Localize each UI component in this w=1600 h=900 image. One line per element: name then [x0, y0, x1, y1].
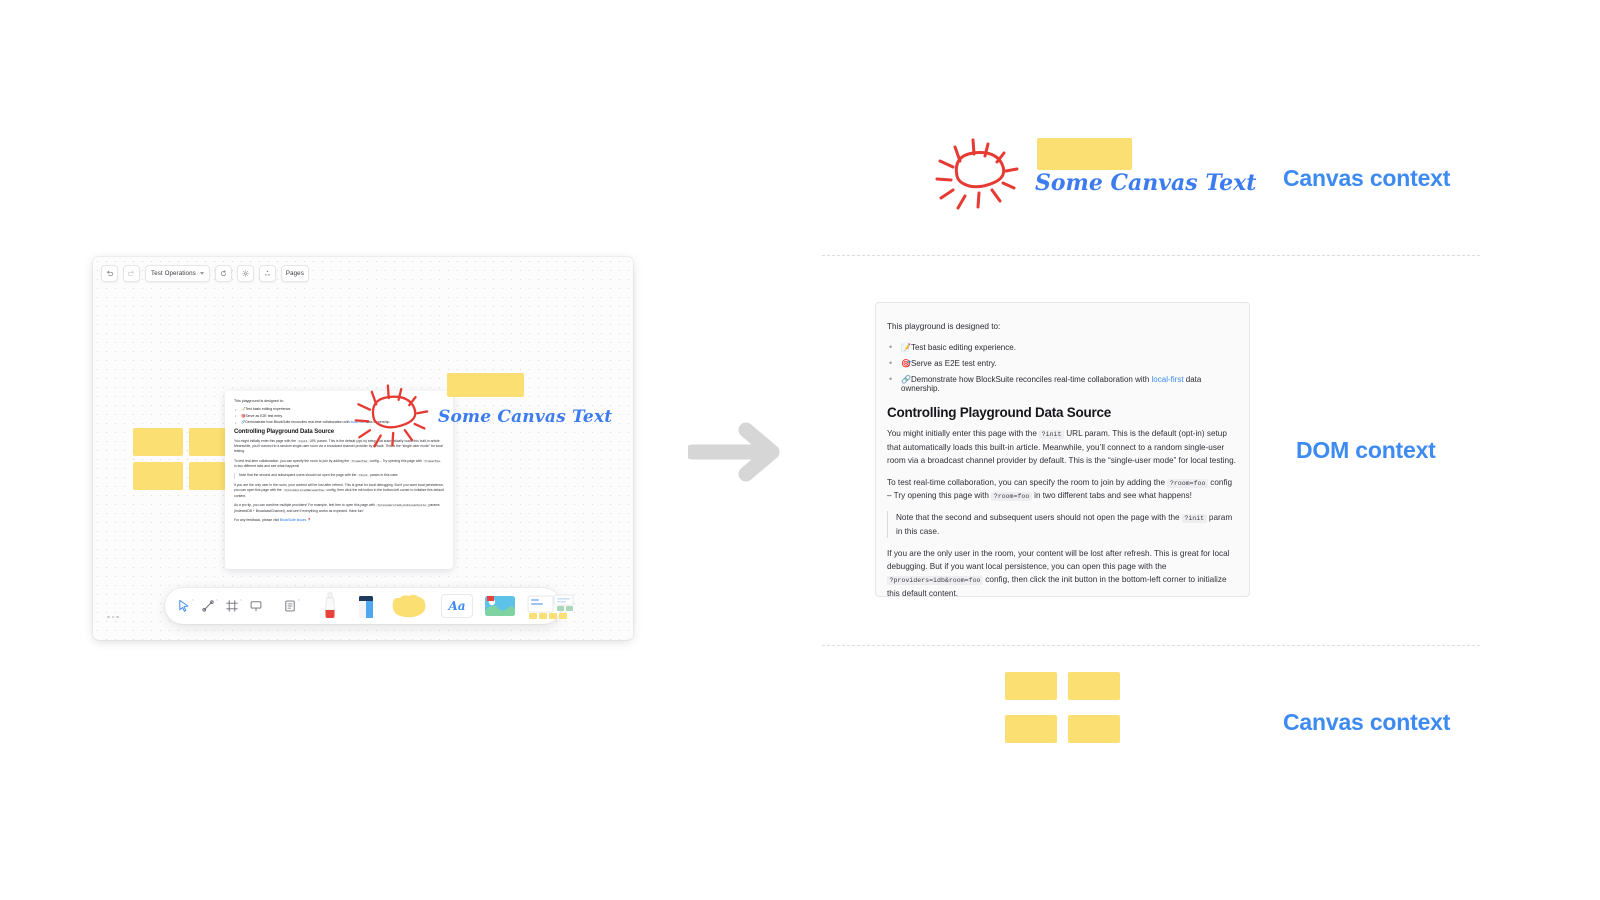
- canvas-status-dots: [107, 615, 119, 618]
- link-icon: 🔗: [901, 375, 911, 385]
- shape-tool-button[interactable]: [389, 593, 431, 619]
- canvas-context-top-group: Some Canvas Text: [925, 128, 1256, 218]
- canvas-note-block[interactable]: [1005, 715, 1057, 743]
- inline-code: ?room=foo: [1167, 478, 1208, 488]
- chevron-down-icon: [199, 272, 204, 275]
- list-item: 🔗Demonstrate how BlockSuite reconciles r…: [887, 374, 1238, 393]
- doc-paragraph-1: You might initially enter this page with…: [887, 429, 1236, 466]
- chevron-up-icon: ⌃: [296, 599, 301, 605]
- image-icon: [485, 596, 515, 616]
- editor-top-toolbar: Test Operations Pages: [101, 265, 309, 282]
- doc-lead: This playground is designed to:: [887, 322, 1001, 331]
- canvas-context-top-label: Canvas context: [1283, 165, 1451, 191]
- pages-button[interactable]: Pages: [280, 265, 309, 282]
- list-item: 🎯Serve as E2E test entry.: [887, 358, 1238, 369]
- test-operations-dropdown[interactable]: Test Operations: [145, 265, 210, 282]
- inline-code: ?init: [1181, 513, 1207, 523]
- template-tool-button[interactable]: [527, 592, 575, 620]
- undo-button[interactable]: [101, 265, 118, 282]
- doc-paragraph-2: To test real-time collaboration, you can…: [234, 458, 442, 469]
- doc-quote: Note that the second and subsequent user…: [234, 473, 444, 479]
- flow-arrow-icon: [688, 422, 780, 482]
- inline-code: ?init: [1039, 430, 1064, 440]
- canvas-note-block[interactable]: [1005, 672, 1057, 700]
- doc-paragraph-2: To test real-time collaboration, you can…: [887, 477, 1233, 502]
- inline-code: ?providers=idb&room=foo: [887, 576, 984, 586]
- edgeless-toolbar: ⌃ ⌃ ⌃ ⌃ Aa: [165, 588, 574, 624]
- doc-paragraph-3: If you are the only user in the room, yo…: [887, 548, 1230, 597]
- note-tool-button[interactable]: ⌃: [283, 599, 301, 613]
- connector-icon: [202, 600, 214, 612]
- status-dot: [111, 615, 114, 618]
- test-operations-label: Test Operations: [151, 270, 196, 277]
- pages-label: Pages: [285, 270, 304, 277]
- doc-paragraph-4: As a pro tip, you can combine multiple p…: [234, 503, 440, 513]
- canvas-note-block[interactable]: [1068, 672, 1120, 700]
- frame-icon: [226, 600, 238, 612]
- canvas-sun-drawing[interactable]: [345, 370, 445, 460]
- undo-icon: [107, 270, 113, 276]
- refresh-button[interactable]: [214, 265, 232, 282]
- doc-bullet-list: 📝Test basic editing experience. 🎯Serve a…: [887, 342, 1238, 393]
- pin-icon: 📍: [307, 517, 312, 522]
- canvas-note-block[interactable]: [447, 373, 524, 397]
- chevron-up-icon: ⌃: [214, 599, 219, 605]
- cursor-icon: [179, 599, 189, 612]
- section-divider: [822, 645, 1480, 646]
- marker-pen-icon: [325, 592, 335, 618]
- redo-icon: [128, 270, 134, 276]
- gear-icon: [242, 270, 249, 277]
- list-item: 📝Test basic editing experience.: [887, 342, 1238, 353]
- yellow-shape-icon: [392, 594, 426, 618]
- pen-tool-button[interactable]: [317, 591, 343, 621]
- canvas-context-bottom-group: [1005, 672, 1125, 752]
- doc-heading: Controlling Playground Data Source: [887, 405, 1112, 421]
- select-tool-button[interactable]: ⌃: [177, 599, 195, 613]
- editor-window: Test Operations Pages This playground is…: [93, 257, 633, 640]
- canvas-text-element[interactable]: Some Canvas Text: [1035, 170, 1256, 196]
- canvas-note-block[interactable]: [1037, 138, 1132, 170]
- status-dot: [116, 615, 119, 618]
- template-icon: [527, 594, 574, 619]
- chevron-up-icon: ⌃: [190, 599, 195, 605]
- page-root: Test Operations Pages This playground is…: [0, 0, 1600, 900]
- settings-button[interactable]: [236, 265, 254, 282]
- section-divider: [822, 255, 1480, 256]
- inline-code: ?room=foo: [991, 492, 1032, 502]
- doc-quote: Note that the second and subsequent user…: [887, 510, 1238, 538]
- chevron-up-icon: ⌃: [238, 599, 243, 605]
- dom-context-card[interactable]: This playground is designed to: 📝Test ba…: [875, 302, 1250, 597]
- canvas-text-element[interactable]: Some Canvas Text: [438, 407, 612, 427]
- layout-icon: [265, 270, 270, 276]
- refresh-icon: [220, 270, 226, 277]
- canvas-note-block[interactable]: [1068, 715, 1120, 743]
- eraser-tool-button[interactable]: [353, 591, 379, 621]
- dom-context-label: DOM context: [1296, 437, 1436, 463]
- canvas-note-block[interactable]: [133, 428, 183, 456]
- present-icon: [250, 601, 262, 612]
- frame-tool-button[interactable]: ⌃: [225, 599, 243, 613]
- canvas-context-bottom-label: Canvas context: [1283, 709, 1451, 735]
- doc-paragraph-3: If you are the only user in the room, yo…: [234, 482, 444, 498]
- note-icon: [285, 600, 295, 612]
- memo-icon: 📝: [901, 343, 911, 353]
- local-first-link[interactable]: local-first: [1152, 375, 1184, 384]
- blocksuite-issues-link[interactable]: BlockSuite issues: [280, 518, 307, 522]
- layout-button[interactable]: [258, 265, 276, 282]
- sun-drawing[interactable]: [925, 128, 1037, 218]
- eraser-icon: [359, 596, 373, 618]
- redo-button[interactable]: [123, 265, 140, 282]
- status-dot: [107, 615, 110, 618]
- doc-footer: For any feedback, please visit BlockSuit…: [234, 517, 312, 522]
- connector-tool-button[interactable]: ⌃: [201, 599, 219, 613]
- text-tool-label: Aa: [448, 599, 466, 613]
- text-tool-button[interactable]: Aa: [441, 594, 473, 618]
- canvas-note-block[interactable]: [133, 462, 183, 490]
- target-icon: 🎯: [901, 359, 911, 369]
- present-tool-button[interactable]: [249, 599, 263, 613]
- image-tool-button[interactable]: [483, 593, 517, 619]
